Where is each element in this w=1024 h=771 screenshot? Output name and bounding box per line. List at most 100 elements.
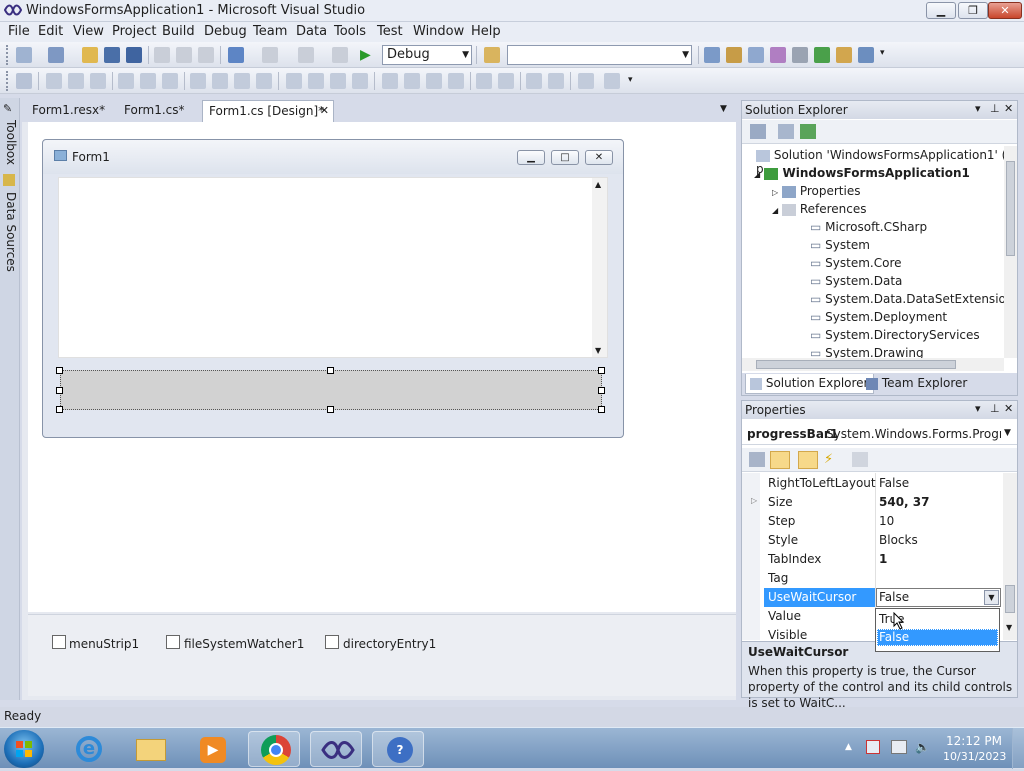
align-rights-icon[interactable] bbox=[90, 73, 106, 89]
copy-icon[interactable] bbox=[176, 47, 192, 63]
menu-test[interactable]: Test bbox=[377, 24, 403, 39]
navigate-forward-icon[interactable] bbox=[332, 47, 348, 63]
help-viewer-taskbar-button[interactable]: ? bbox=[372, 731, 424, 767]
prop-name[interactable]: Visible bbox=[768, 628, 807, 640]
start-button[interactable] bbox=[4, 730, 44, 768]
prop-value[interactable]: 10 bbox=[879, 514, 894, 528]
close-panel-icon[interactable]: ✕ bbox=[1004, 102, 1013, 115]
progress-bar[interactable] bbox=[60, 370, 602, 410]
prop-name[interactable]: Size bbox=[768, 495, 793, 509]
clock-time[interactable]: 12:12 PM bbox=[946, 734, 1002, 748]
scroll-thumb[interactable] bbox=[1006, 161, 1015, 256]
internet-explorer-taskbar-button[interactable]: e bbox=[62, 731, 114, 767]
menu-data[interactable]: Data bbox=[296, 24, 327, 39]
start-debugging-icon[interactable]: ▶ bbox=[360, 47, 376, 63]
center-vertically-icon[interactable] bbox=[498, 73, 514, 89]
scroll-down-icon[interactable]: ▼ bbox=[595, 346, 601, 355]
menu-view[interactable]: View bbox=[73, 24, 104, 39]
object-selector[interactable]: progressBar1 System.Windows.Forms.Progre… bbox=[742, 423, 1017, 445]
scroll-thumb[interactable] bbox=[756, 360, 956, 369]
navigate-backward-icon[interactable] bbox=[298, 47, 314, 63]
tab-form1-cs[interactable]: Form1.cs* bbox=[118, 100, 191, 122]
rich-text-box[interactable] bbox=[58, 177, 608, 358]
show-desktop-button[interactable] bbox=[1012, 728, 1024, 769]
find-in-files-icon[interactable] bbox=[484, 47, 500, 63]
tray-item-menustrip[interactable]: menuStrip1 bbox=[69, 637, 139, 651]
expand-arrow-icon[interactable]: ◢ bbox=[754, 170, 760, 179]
tab-form1-resx[interactable]: Form1.resx* bbox=[26, 100, 111, 122]
menu-file[interactable]: File bbox=[8, 24, 30, 39]
events-lightning-icon[interactable]: ⚡ bbox=[824, 452, 838, 467]
properties-window-icon[interactable] bbox=[726, 47, 742, 63]
remove-vertical-spacing-icon[interactable] bbox=[448, 73, 464, 89]
tree-item-reference[interactable]: ▭ System.Data bbox=[810, 274, 902, 292]
data-sources-tab[interactable]: Data Sources bbox=[2, 192, 18, 272]
clock-date[interactable]: 10/31/2023 bbox=[943, 750, 1006, 763]
prop-value[interactable]: 1 bbox=[879, 552, 887, 566]
tree-vertical-scrollbar[interactable] bbox=[1004, 146, 1017, 358]
tree-project[interactable]: ◢ WindowsFormsApplication1 bbox=[754, 166, 1004, 184]
lock-controls-icon[interactable] bbox=[604, 73, 620, 89]
scroll-down-icon[interactable]: ▼ bbox=[1006, 623, 1012, 632]
tree-horizontal-scrollbar[interactable] bbox=[742, 358, 1004, 371]
tree-item-reference[interactable]: ▭ System.Drawing bbox=[810, 346, 924, 358]
new-project-icon[interactable] bbox=[16, 47, 32, 63]
close-panel-icon[interactable]: ✕ bbox=[1004, 402, 1013, 415]
redo-icon[interactable] bbox=[262, 47, 278, 63]
property-grid-scrollbar[interactable]: ▼ bbox=[1003, 473, 1017, 640]
make-same-height-icon[interactable] bbox=[234, 73, 250, 89]
categorized-icon[interactable] bbox=[749, 452, 765, 467]
tree-item-reference[interactable]: ▭ Microsoft.CSharp bbox=[810, 220, 927, 238]
toolbar-grip[interactable] bbox=[6, 45, 10, 65]
extension-manager-icon[interactable] bbox=[836, 47, 852, 63]
network-icon[interactable] bbox=[891, 740, 907, 754]
send-to-back-icon[interactable] bbox=[548, 73, 564, 89]
align-lefts-icon[interactable] bbox=[46, 73, 62, 89]
prop-value[interactable]: False bbox=[879, 476, 909, 490]
usewaitcursor-combo[interactable]: False ▼ bbox=[876, 588, 1001, 607]
action-center-icon[interactable] bbox=[866, 740, 880, 754]
toolbar-overflow-icon[interactable]: ▾ bbox=[628, 75, 633, 85]
refresh-icon[interactable] bbox=[800, 124, 816, 139]
prop-name[interactable]: TabIndex bbox=[768, 552, 821, 566]
prop-value[interactable]: 540, 37 bbox=[879, 495, 929, 509]
align-bottoms-icon[interactable] bbox=[162, 73, 178, 89]
align-to-grid-icon[interactable] bbox=[16, 73, 32, 89]
increase-horizontal-spacing-icon[interactable] bbox=[308, 73, 324, 89]
prop-name[interactable]: RightToLeftLayout bbox=[768, 476, 876, 490]
tree-item-reference[interactable]: ▭ System bbox=[810, 238, 870, 256]
minimize-button[interactable]: ▁ bbox=[926, 2, 956, 19]
properties-icon[interactable] bbox=[750, 124, 766, 139]
expand-arrow-icon[interactable]: ▷ bbox=[751, 496, 757, 505]
solution-explorer-icon[interactable] bbox=[704, 47, 720, 63]
align-middles-icon[interactable] bbox=[140, 73, 156, 89]
increase-vertical-spacing-icon[interactable] bbox=[404, 73, 420, 89]
decrease-vertical-spacing-icon[interactable] bbox=[426, 73, 442, 89]
tray-item-filesystemwatcher[interactable]: fileSystemWatcher1 bbox=[184, 637, 304, 651]
tree-solution[interactable]: Solution 'WindowsFormsApplication1' (1 p bbox=[756, 148, 1004, 176]
paste-icon[interactable] bbox=[198, 47, 214, 63]
chevron-down-icon[interactable]: ▼ bbox=[984, 590, 999, 605]
command-window-icon[interactable] bbox=[858, 47, 874, 63]
file-explorer-taskbar-button[interactable] bbox=[124, 731, 176, 767]
menu-project[interactable]: Project bbox=[112, 24, 156, 39]
add-item-icon[interactable] bbox=[48, 47, 64, 63]
make-same-width-icon[interactable] bbox=[190, 73, 206, 89]
solution-configuration-combo[interactable]: Debug ▼ bbox=[382, 45, 472, 65]
undo-icon[interactable] bbox=[228, 47, 244, 63]
prop-name[interactable]: Step bbox=[768, 514, 795, 528]
tree-item-properties[interactable]: ▷ Properties bbox=[772, 184, 860, 202]
menu-edit[interactable]: Edit bbox=[38, 24, 63, 39]
resize-handle[interactable] bbox=[327, 406, 334, 413]
dropdown-option-false[interactable]: False bbox=[877, 629, 998, 646]
scroll-up-icon[interactable]: ▲ bbox=[595, 180, 601, 189]
tray-item-directoryentry[interactable]: directoryEntry1 bbox=[343, 637, 436, 651]
cut-icon[interactable] bbox=[154, 47, 170, 63]
vertical-scrollbar[interactable]: ▲ ▼ bbox=[592, 178, 607, 357]
toolbar-grip[interactable] bbox=[6, 71, 10, 91]
save-all-icon[interactable] bbox=[126, 47, 142, 63]
align-tops-icon[interactable] bbox=[118, 73, 134, 89]
start-page-icon[interactable] bbox=[814, 47, 830, 63]
resize-handle[interactable] bbox=[598, 406, 605, 413]
resize-handle[interactable] bbox=[56, 406, 63, 413]
